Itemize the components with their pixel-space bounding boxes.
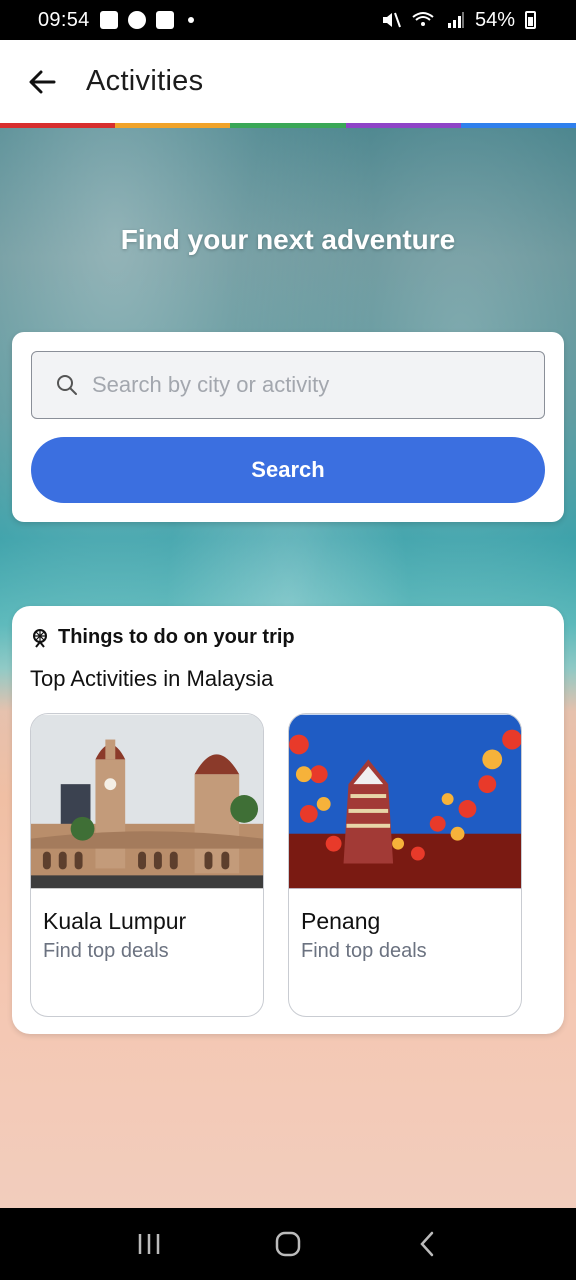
recent-apps-icon xyxy=(139,1234,160,1254)
check-icon xyxy=(155,11,174,29)
search-icon xyxy=(57,375,77,395)
recent-apps-button[interactable] xyxy=(124,1219,174,1269)
signal-icon xyxy=(447,12,464,28)
status-left: 09:54 xyxy=(38,9,194,32)
wifi-icon xyxy=(412,12,434,26)
notification-dot-icon xyxy=(187,17,194,23)
status-right: 54% xyxy=(381,9,536,32)
city-name: Kuala Lumpur xyxy=(43,908,187,934)
section-subtitle: Top Activities in Malaysia xyxy=(30,666,274,691)
gallery-icon xyxy=(99,11,118,29)
mute-icon xyxy=(382,12,401,28)
battery-icon xyxy=(525,11,536,29)
section-title: Things to do on your trip xyxy=(58,626,295,648)
back-button[interactable] xyxy=(26,66,58,98)
search-input[interactable] xyxy=(92,372,512,398)
system-back-button[interactable] xyxy=(402,1219,452,1269)
home-button[interactable] xyxy=(263,1219,313,1269)
system-nav-bar xyxy=(0,1208,576,1280)
chevron-left-icon xyxy=(419,1231,433,1257)
status-time: 09:54 xyxy=(38,8,90,31)
city-subtitle: Find top deals xyxy=(301,940,427,962)
activities-card: Things to do on your trip Top Activities… xyxy=(12,606,564,1034)
search-card: Search xyxy=(12,332,564,522)
app-bar: Activities xyxy=(0,40,576,123)
hero-title: Find your next adventure xyxy=(120,224,456,255)
kuala-lumpur-image xyxy=(31,714,263,889)
city-name: Penang xyxy=(301,908,381,934)
penang-image xyxy=(289,714,521,889)
status-bar: 09:54 54% xyxy=(0,0,576,40)
city-subtitle: Find top deals xyxy=(43,940,169,962)
city-card-kuala-lumpur[interactable]: Kuala Lumpur Find top deals xyxy=(30,713,264,1017)
search-box[interactable] xyxy=(31,351,545,419)
shield-icon xyxy=(127,11,146,29)
arrow-left-icon xyxy=(29,70,56,93)
battery-percent: 54% xyxy=(474,8,515,31)
ferris-wheel-icon xyxy=(33,628,47,648)
city-card-penang[interactable]: Penang Find top deals xyxy=(288,713,522,1017)
section-header: Things to do on your trip xyxy=(30,626,295,649)
search-button[interactable]: Search xyxy=(31,437,545,503)
home-icon xyxy=(275,1231,301,1257)
page-title: Activities xyxy=(86,65,204,97)
